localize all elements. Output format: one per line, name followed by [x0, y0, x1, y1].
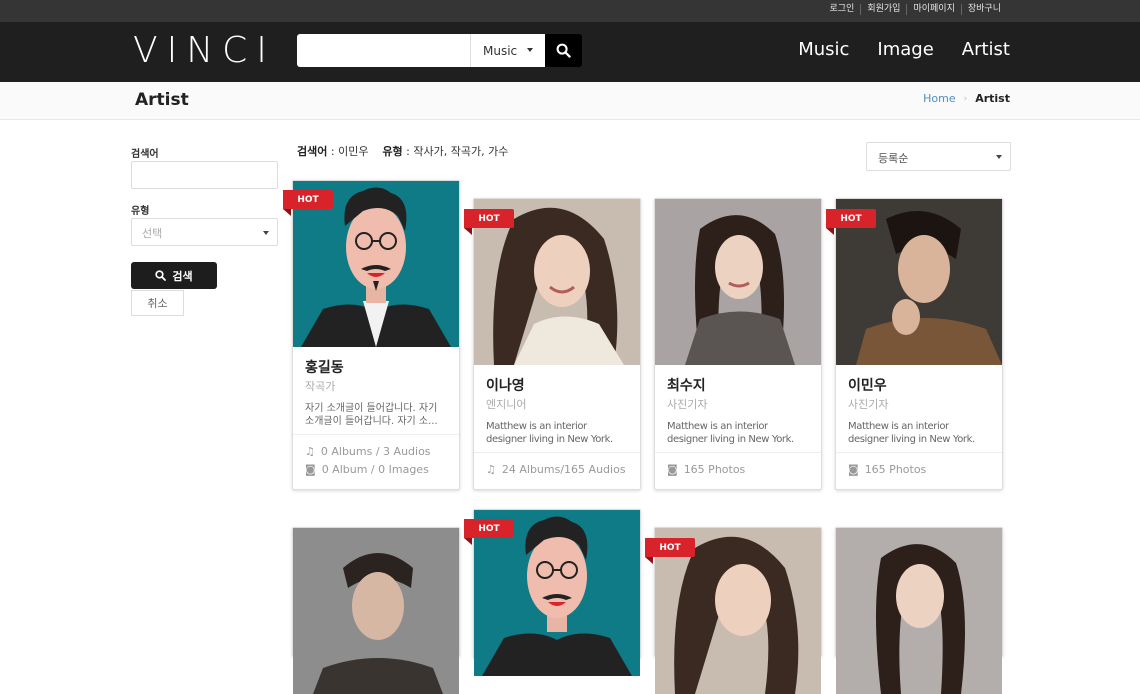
ribbon-fold: [826, 228, 834, 235]
hot-label: HOT: [840, 213, 862, 224]
brand-logo[interactable]: VINCI: [133, 30, 276, 72]
artist-description: Matthew is an interior designer living i…: [667, 421, 794, 445]
search-summary: 검색어 : 이민우 유형 : 작사가, 작곡가, 가수: [297, 143, 508, 159]
camera-icon: ◙: [667, 463, 678, 476]
camera-icon: ◙: [848, 463, 859, 476]
artist-stats: ◙ 165 Photos: [655, 452, 821, 489]
artist-photo: [293, 528, 459, 694]
type-select-placeholder: 선택: [142, 227, 163, 240]
artist-photo: [836, 528, 1002, 694]
utility-bar: 로그인 회원가입 마이페이지 장바구니: [0, 0, 1140, 22]
artist-description: 자기 소개글이 들어갑니다. 자기 소개글이 들어갑니다. 자기 소...: [305, 403, 438, 427]
artist-card[interactable]: 홍길동 작곡가 자기 소개글이 들어갑니다. 자기 소개글이 들어갑니다. 자기…: [292, 180, 460, 490]
artist-card[interactable]: [292, 527, 460, 694]
artist-stats: ♫ 24 Albums/165 Audios: [474, 452, 640, 489]
hot-label: HOT: [659, 542, 681, 553]
keyword-input[interactable]: [131, 161, 278, 189]
artist-name[interactable]: 이나영: [486, 375, 628, 395]
chevron-down-icon: [263, 231, 269, 235]
ribbon-fold: [283, 209, 291, 216]
summary-keyword-value: : 이민우: [327, 145, 369, 158]
breadcrumb: Home › Artist: [923, 92, 1010, 105]
main-nav: Music Image Artist: [798, 39, 1010, 60]
hot-badge: HOT: [826, 209, 876, 235]
search-input[interactable]: [297, 34, 470, 67]
search-category-select[interactable]: Music: [470, 34, 545, 67]
chevron-down-icon: [996, 155, 1002, 159]
hot-label: HOT: [478, 523, 500, 534]
hot-badge: HOT: [464, 209, 514, 235]
camera-icon: ◙: [305, 463, 316, 476]
hot-label: HOT: [297, 194, 319, 205]
filter-cancel-button[interactable]: 취소: [131, 290, 184, 316]
login-link[interactable]: 로그인: [824, 4, 861, 15]
search-button[interactable]: [545, 34, 582, 67]
audio-count: 0 Albums / 3 Audios: [320, 445, 431, 458]
breadcrumb-home[interactable]: Home: [923, 92, 955, 105]
artist-description: Matthew is an interior designer living i…: [486, 421, 613, 445]
artist-card[interactable]: 이민우 사진기자 Matthew is an interior designer…: [835, 198, 1003, 490]
ribbon-fold: [645, 557, 653, 564]
hot-badge: HOT: [645, 538, 695, 564]
search-icon: [155, 270, 167, 281]
ribbon-fold: [464, 228, 472, 235]
utility-links: 로그인 회원가입 마이페이지 장바구니: [824, 4, 1008, 15]
page-title: Artist: [135, 90, 189, 110]
photo-count: 165 Photos: [864, 463, 927, 476]
portrait-photo: [293, 528, 459, 694]
hot-badge: HOT: [283, 190, 333, 216]
search-icon: [556, 43, 571, 58]
artist-card[interactable]: 이나영 엔지니어 Matthew is an interior designer…: [473, 198, 641, 490]
chevron-down-icon: [527, 48, 533, 52]
artist-role: 사진기자: [848, 398, 889, 411]
photo-count: 165 Photos: [683, 463, 746, 476]
ribbon-fold: [464, 538, 472, 545]
artist-role: 작곡가: [305, 380, 336, 393]
audio-count: 24 Albums/165 Audios: [501, 463, 626, 476]
search-bar: Music: [297, 34, 582, 67]
type-select[interactable]: 선택: [131, 218, 278, 246]
artist-stats: ◙ 165 Photos: [836, 452, 1002, 489]
artist-name[interactable]: 홍길동: [305, 357, 447, 377]
mypage-link[interactable]: 마이페이지: [906, 4, 960, 15]
hot-badge: HOT: [464, 519, 514, 545]
filter-search-label: 검색: [172, 269, 193, 283]
summary-type-label: 유형: [382, 145, 403, 158]
music-note-icon: ♫: [486, 463, 496, 476]
sort-value: 등록순: [878, 152, 909, 165]
portrait-photo: [836, 528, 1002, 694]
sort-select[interactable]: 등록순: [866, 142, 1011, 171]
filter-search-button[interactable]: 검색: [131, 262, 217, 289]
summary-type-value: : 작사가, 작곡가, 가수: [402, 145, 509, 158]
artist-role: 사진기자: [667, 398, 708, 411]
artist-card[interactable]: [835, 527, 1003, 694]
keyword-label: 검색어: [131, 149, 159, 160]
type-label: 유형: [131, 206, 150, 217]
artist-role: 엔지니어: [486, 398, 527, 411]
search-category-value: Music: [483, 43, 518, 58]
summary-keyword-label: 검색어: [297, 145, 328, 158]
artist-name[interactable]: 이민우: [848, 375, 990, 395]
portrait-photo: [655, 199, 821, 365]
site-header: VINCI Music Music Image Artist: [0, 22, 1140, 82]
artist-card[interactable]: 최수지 사진기자 Matthew is an interior designer…: [654, 198, 822, 490]
nav-artist[interactable]: Artist: [962, 39, 1010, 60]
artist-description: Matthew is an interior designer living i…: [848, 421, 975, 445]
artist-stats: ♫ 0 Albums / 3 Audios ◙ 0 Album / 0 Images: [293, 434, 459, 489]
breadcrumb-current: Artist: [975, 92, 1010, 105]
image-count: 0 Album / 0 Images: [321, 463, 429, 476]
artist-photo: [655, 199, 821, 365]
artist-name[interactable]: 최수지: [667, 375, 809, 395]
hot-label: HOT: [478, 213, 500, 224]
nav-image[interactable]: Image: [877, 39, 933, 60]
nav-music[interactable]: Music: [798, 39, 849, 60]
signup-link[interactable]: 회원가입: [860, 4, 906, 15]
page-bar: Artist Home › Artist: [0, 82, 1140, 120]
chevron-right-icon: ›: [963, 93, 968, 104]
cart-link[interactable]: 장바구니: [960, 4, 1007, 15]
music-note-icon: ♫: [305, 445, 315, 458]
